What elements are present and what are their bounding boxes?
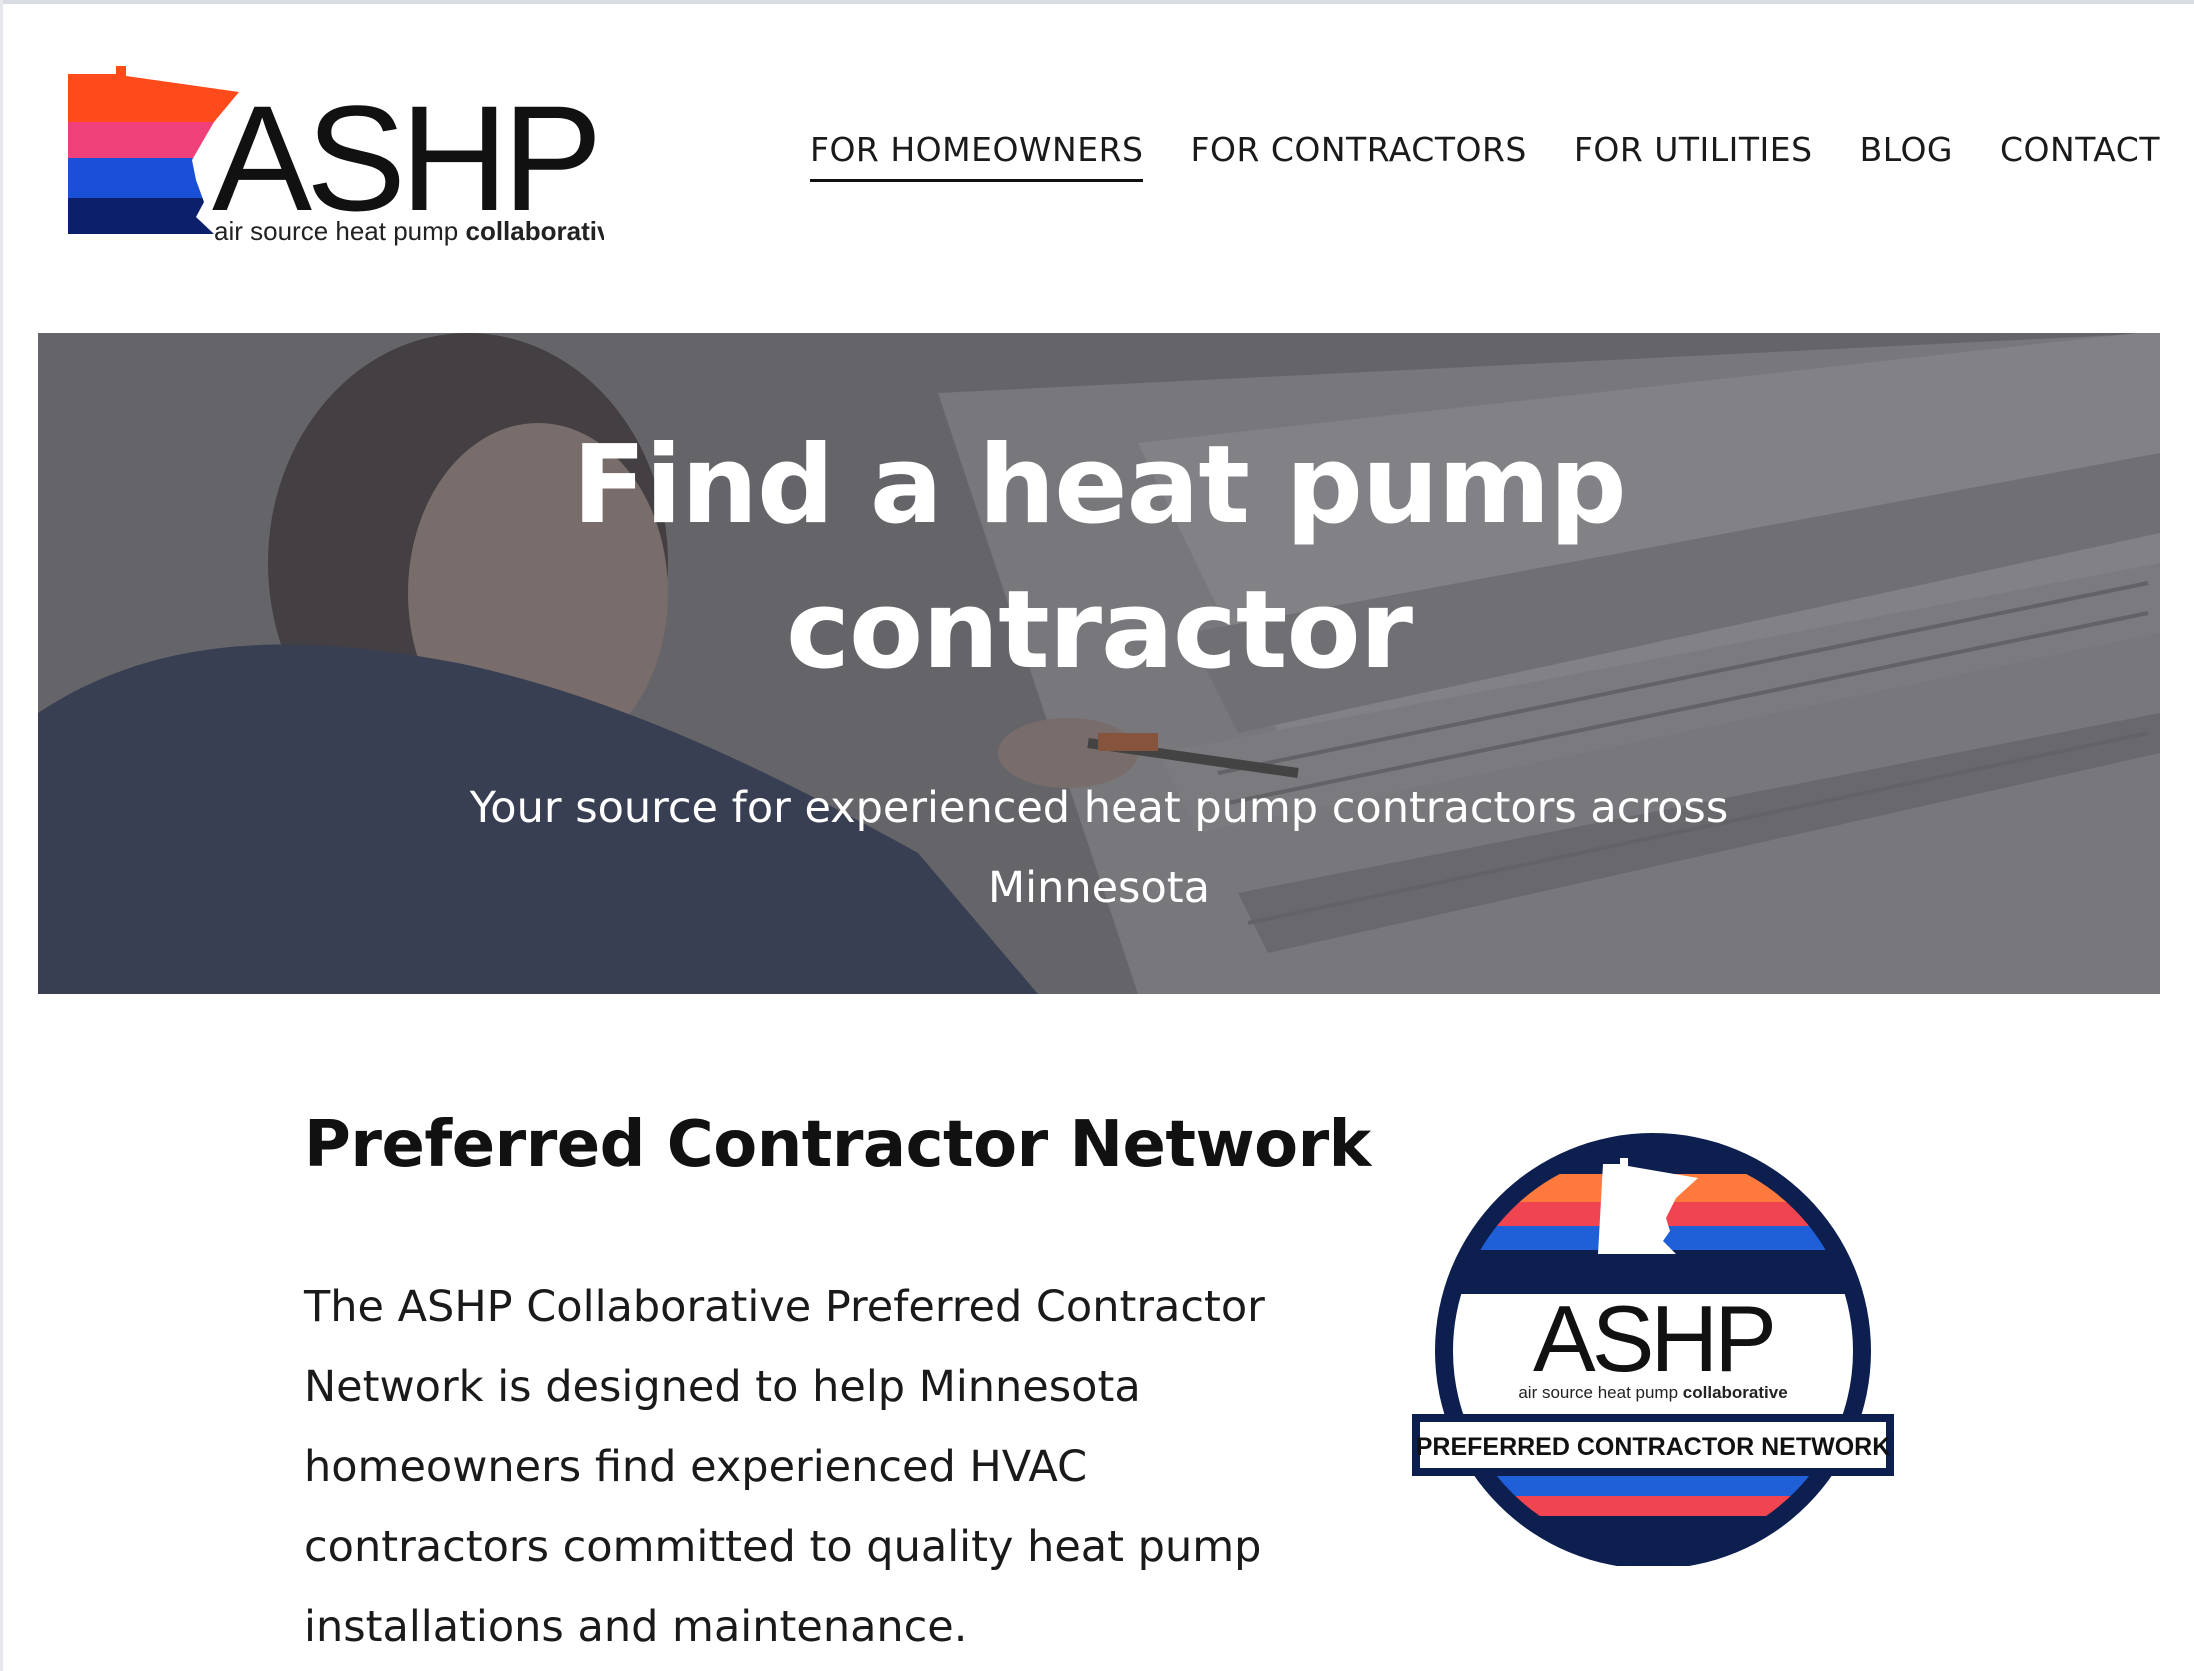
left-border: [0, 0, 3, 1671]
top-border: [0, 0, 2194, 4]
nav-for-homeowners[interactable]: FOR HOMEOWNERS: [809, 130, 1144, 182]
hero-title-line2: contractor: [786, 568, 1413, 693]
badge-wordmark: ASHP: [1533, 1286, 1773, 1391]
badge-banner: PREFERRED CONTRACTOR NETWORK: [1416, 1433, 1891, 1461]
nav-for-utilities[interactable]: FOR UTILITIES: [1574, 130, 1813, 182]
ashp-logo[interactable]: ASHP air source heat pump collaborative: [64, 62, 604, 252]
body-line: Network is designed to help Minnesota: [304, 1362, 1141, 1412]
body-line: installations and maintenance.: [304, 1602, 968, 1652]
body-line: homeowners find experienced HVAC: [304, 1442, 1088, 1492]
badge-tagline: air source heat pump collaborative: [1518, 1383, 1787, 1402]
body-line: The ASHP Collaborative Preferred Contrac…: [304, 1282, 1265, 1332]
body-line: contractors committed to quality heat pu…: [304, 1522, 1262, 1572]
nav-blog[interactable]: BLOG: [1860, 130, 1953, 182]
nav-for-contractors[interactable]: FOR CONTRACTORS: [1190, 130, 1526, 182]
section-body: The ASHP Collaborative Preferred Contrac…: [304, 1267, 1364, 1667]
main-nav: FOR HOMEOWNERS FOR CONTRACTORS FOR UTILI…: [809, 130, 2160, 182]
hero-title-line1: Find a heat pump: [572, 423, 1626, 548]
section-title: Preferred Contractor Network: [304, 1108, 1371, 1182]
hero-subtitle: Your source for experienced heat pump co…: [38, 768, 2160, 928]
hero-subtitle-line2: Minnesota: [988, 863, 1210, 913]
logo-tagline: air source heat pump collaborative: [214, 216, 604, 246]
nav-contact[interactable]: CONTACT: [2000, 130, 2160, 182]
preferred-contractor-badge: ASHP air source heat pump collaborative …: [1412, 1133, 1894, 1566]
hero-title: Find a heat pump contractor: [38, 413, 2160, 703]
hero-subtitle-line1: Your source for experienced heat pump co…: [469, 783, 1729, 833]
hero-banner: Find a heat pump contractor Your source …: [38, 333, 2160, 994]
